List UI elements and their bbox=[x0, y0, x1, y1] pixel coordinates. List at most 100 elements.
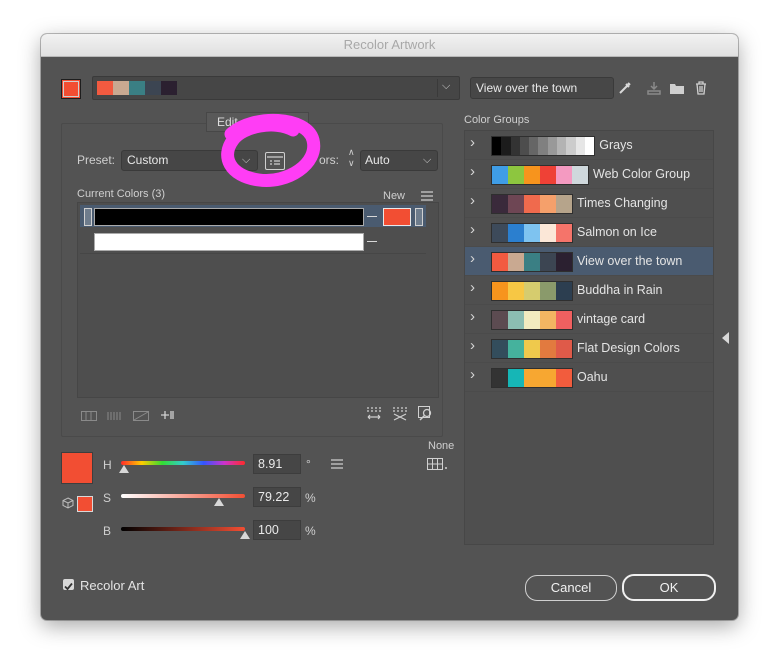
brightness-slider[interactable] bbox=[121, 527, 245, 531]
color-swatch[interactable] bbox=[556, 311, 572, 329]
color-swatch[interactable] bbox=[492, 340, 508, 358]
brightness-slider-thumb[interactable] bbox=[240, 531, 250, 539]
color-mode-icon[interactable] bbox=[427, 458, 449, 473]
new-color-swatch[interactable] bbox=[383, 208, 411, 226]
color-swatch[interactable] bbox=[524, 166, 540, 184]
color-swatch[interactable] bbox=[566, 137, 576, 155]
color-swatch[interactable] bbox=[556, 253, 572, 271]
colors-stepper[interactable]: ∧ ∨ bbox=[346, 147, 360, 169]
cancel-button[interactable]: Cancel bbox=[525, 575, 617, 601]
color-swatch[interactable] bbox=[508, 340, 524, 358]
recolor-art-checkbox[interactable] bbox=[63, 579, 74, 591]
brightness-value-field[interactable]: 100 bbox=[253, 520, 301, 540]
color-group-dropdown[interactable]: ⌵ bbox=[92, 76, 460, 100]
color-group-row[interactable]: › View over the town bbox=[465, 247, 713, 276]
hue-slider[interactable] bbox=[121, 461, 245, 465]
color-swatch[interactable] bbox=[501, 137, 511, 155]
randomly-change-saturation-icon[interactable] bbox=[392, 407, 408, 424]
menu-icon[interactable] bbox=[331, 458, 343, 472]
ok-button[interactable]: OK bbox=[622, 574, 716, 601]
color-swatch[interactable] bbox=[510, 137, 520, 155]
color-group-row[interactable]: › Oahu bbox=[465, 363, 713, 392]
color-group-row[interactable]: › Times Changing bbox=[465, 189, 713, 218]
folder-icon[interactable] bbox=[669, 82, 685, 98]
color-group-row[interactable]: › Buddha in Rain bbox=[465, 276, 713, 305]
new-color-handle[interactable] bbox=[415, 208, 423, 226]
hue-slider-thumb[interactable] bbox=[119, 465, 130, 473]
color-swatch[interactable] bbox=[540, 311, 556, 329]
color-swatch[interactable] bbox=[524, 253, 540, 271]
color-swatch[interactable] bbox=[524, 369, 540, 387]
color-swatch[interactable] bbox=[524, 311, 540, 329]
color-group-row[interactable]: › vintage card bbox=[465, 305, 713, 334]
color-swatch[interactable] bbox=[540, 195, 556, 213]
expand-arrow-icon[interactable]: › bbox=[470, 337, 475, 354]
separate-colors-icon[interactable] bbox=[107, 410, 123, 424]
collapse-panel-icon[interactable] bbox=[722, 332, 730, 347]
color-swatch[interactable] bbox=[492, 224, 508, 242]
find-color-icon[interactable] bbox=[418, 406, 434, 425]
expand-arrow-icon[interactable]: › bbox=[470, 163, 475, 180]
color-swatch[interactable] bbox=[540, 224, 556, 242]
color-swatch[interactable] bbox=[524, 195, 540, 213]
color-swatch[interactable] bbox=[524, 282, 540, 300]
color-swatch[interactable] bbox=[540, 253, 556, 271]
fill-color-swatch[interactable] bbox=[61, 452, 93, 484]
color-group-row[interactable]: › Grays bbox=[465, 131, 713, 160]
expand-arrow-icon[interactable]: › bbox=[470, 279, 475, 296]
color-swatch[interactable] bbox=[556, 369, 572, 387]
color-swatch[interactable] bbox=[575, 137, 585, 155]
color-swatch[interactable] bbox=[524, 340, 540, 358]
color-swatch[interactable] bbox=[492, 282, 508, 300]
saturation-value-field[interactable]: 79.22 bbox=[253, 487, 301, 507]
color-swatch[interactable] bbox=[538, 137, 548, 155]
color-swatch[interactable] bbox=[524, 224, 540, 242]
randomly-change-order-icon[interactable] bbox=[366, 407, 382, 424]
color-swatch[interactable] bbox=[492, 253, 508, 271]
saturation-slider[interactable] bbox=[121, 494, 245, 498]
color-swatch[interactable] bbox=[508, 195, 524, 213]
color-swatch[interactable] bbox=[529, 137, 539, 155]
color-swatch[interactable] bbox=[508, 282, 524, 300]
merge-colors-icon[interactable] bbox=[81, 410, 97, 424]
new-row-icon[interactable] bbox=[159, 409, 175, 424]
color-swatch[interactable] bbox=[540, 369, 556, 387]
color-swatch[interactable] bbox=[540, 282, 556, 300]
color-swatch[interactable] bbox=[508, 224, 524, 242]
color-group-row[interactable]: › Flat Design Colors bbox=[465, 334, 713, 363]
color-swatch[interactable] bbox=[556, 195, 572, 213]
color-swatch[interactable] bbox=[508, 369, 524, 387]
color-swatch[interactable] bbox=[556, 340, 572, 358]
color-row-handle[interactable] bbox=[84, 208, 92, 226]
small-color-swatch[interactable] bbox=[77, 496, 93, 512]
saturation-slider-thumb[interactable] bbox=[214, 498, 225, 506]
color-swatch[interactable] bbox=[556, 282, 572, 300]
color-swatch[interactable] bbox=[540, 166, 556, 184]
color-swatch[interactable] bbox=[556, 166, 572, 184]
color-group-row[interactable]: › Web Color Group bbox=[465, 160, 713, 189]
eyedropper-icon[interactable] bbox=[617, 80, 633, 99]
color-swatch[interactable] bbox=[508, 166, 524, 184]
expand-arrow-icon[interactable]: › bbox=[470, 134, 475, 151]
color-swatch[interactable] bbox=[492, 166, 508, 184]
color-swatch[interactable] bbox=[540, 340, 556, 358]
save-group-icon[interactable] bbox=[646, 81, 662, 98]
color-swatch[interactable] bbox=[519, 137, 530, 155]
color-swatch[interactable] bbox=[492, 137, 502, 155]
color-group-row[interactable]: › Salmon on Ice bbox=[465, 218, 713, 247]
colors-count-dropdown[interactable]: Auto ⌵ bbox=[360, 150, 438, 171]
hue-value-field[interactable]: 8.91 bbox=[253, 454, 301, 474]
color-swatch[interactable] bbox=[572, 166, 588, 184]
color-swatch[interactable] bbox=[492, 195, 508, 213]
expand-arrow-icon[interactable]: › bbox=[470, 192, 475, 209]
color-swatch[interactable] bbox=[492, 311, 508, 329]
trash-icon[interactable] bbox=[695, 81, 707, 98]
active-color-swatch[interactable] bbox=[61, 79, 81, 99]
expand-arrow-icon[interactable]: › bbox=[470, 221, 475, 238]
color-swatch[interactable] bbox=[547, 137, 558, 155]
expand-arrow-icon[interactable]: › bbox=[470, 308, 475, 325]
exclude-colors-icon[interactable] bbox=[133, 410, 149, 424]
color-swatch[interactable] bbox=[508, 311, 524, 329]
group-name-field[interactable]: View over the town bbox=[470, 77, 614, 99]
color-swatch[interactable] bbox=[492, 369, 508, 387]
